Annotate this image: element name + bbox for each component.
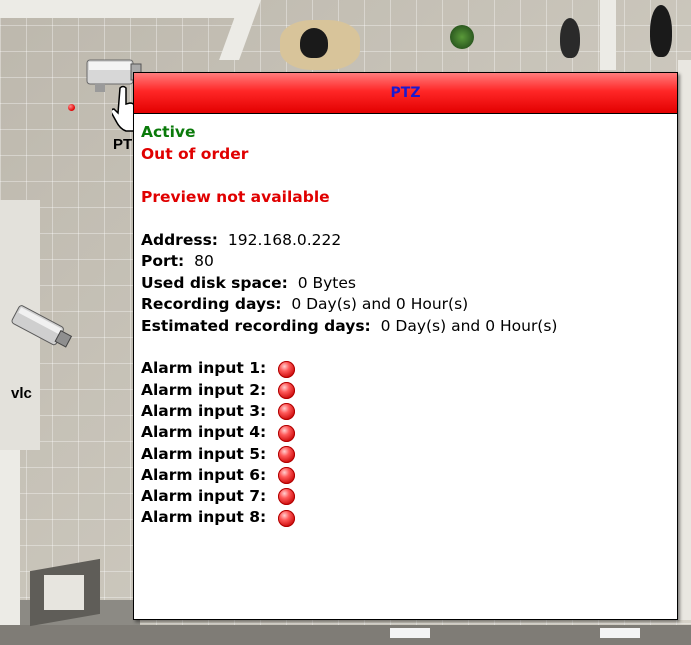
camera-status-dot [68, 104, 75, 111]
alarm-input-row: Alarm input 7: [141, 486, 670, 507]
red-led-icon [278, 360, 296, 378]
alarm-input-label: Alarm input 4: [141, 423, 267, 442]
alarm-input-label: Alarm input 2: [141, 380, 267, 399]
alarm-input-row: Alarm input 3: [141, 401, 670, 422]
red-led-icon [278, 467, 296, 485]
red-led-icon [278, 509, 296, 527]
info-label: Address: [141, 230, 218, 249]
alarm-input-label: Alarm input 5: [141, 444, 267, 463]
info-row-address: Address: 192.168.0.222 [141, 230, 670, 252]
camera-label-ptz[interactable]: PT [113, 136, 132, 153]
person-figure [650, 5, 672, 57]
red-led-icon [278, 424, 296, 442]
alarm-input-label: Alarm input 6: [141, 465, 267, 484]
info-value: 192.168.0.222 [227, 230, 342, 249]
popup-title: PTZ [134, 73, 677, 114]
person-figure [560, 18, 580, 58]
status-active: Active [141, 123, 196, 141]
red-led-icon [278, 445, 296, 463]
wall [678, 60, 691, 620]
alarm-input-label: Alarm input 8: [141, 508, 267, 527]
red-led-icon [278, 488, 296, 506]
camera-label-vlc[interactable]: vlc [11, 385, 32, 402]
wall [0, 625, 691, 645]
red-led-icon [278, 381, 296, 399]
wall [600, 0, 616, 70]
info-label: Used disk space: [141, 273, 288, 292]
red-led-icon [278, 403, 296, 421]
ceiling-light [390, 628, 430, 638]
camera-info-popup: PTZ Active Out of order Preview not avai… [133, 72, 678, 620]
info-row-port: Port: 80 [141, 251, 670, 273]
fixed-camera-icon[interactable] [8, 298, 78, 358]
info-value: 80 [194, 252, 214, 270]
status-error: Out of order [141, 144, 249, 163]
info-label: Port: [141, 252, 185, 270]
alarm-input-row: Alarm input 2: [141, 380, 670, 401]
wall [0, 0, 250, 18]
alarm-input-row: Alarm input 6: [141, 465, 670, 486]
wall [0, 445, 20, 645]
alarm-input-row: Alarm input 4: [141, 422, 670, 443]
alarm-input-label: Alarm input 1: [141, 359, 267, 378]
box [44, 575, 84, 610]
info-label: Estimated recording days: [141, 316, 371, 335]
info-label: Recording days: [141, 295, 282, 313]
info-row-used-disk-space: Used disk space: 0 Bytes [141, 273, 670, 295]
info-row-estimated-recording-days: Estimated recording days: 0 Day(s) and 0… [141, 316, 670, 338]
alarm-input-row: Alarm input 5: [141, 444, 670, 465]
alarm-input-label: Alarm input 3: [141, 402, 267, 420]
popup-body: Active Out of order Preview not availabl… [134, 114, 677, 529]
person-figure [300, 28, 328, 58]
plant [450, 25, 474, 49]
info-row-recording-days: Recording days: 0 Day(s) and 0 Hour(s) [141, 294, 670, 316]
info-value: 0 Bytes [297, 273, 356, 292]
ceiling-light [600, 628, 640, 638]
info-value: 0 Day(s) and 0 Hour(s) [291, 295, 469, 313]
info-value: 0 Day(s) and 0 Hour(s) [380, 316, 558, 335]
alarm-input-row: Alarm input 8: [141, 508, 670, 529]
alarm-input-row: Alarm input 1: [141, 359, 670, 380]
preview-message: Preview not available [141, 187, 330, 206]
alarm-input-label: Alarm input 7: [141, 487, 267, 506]
